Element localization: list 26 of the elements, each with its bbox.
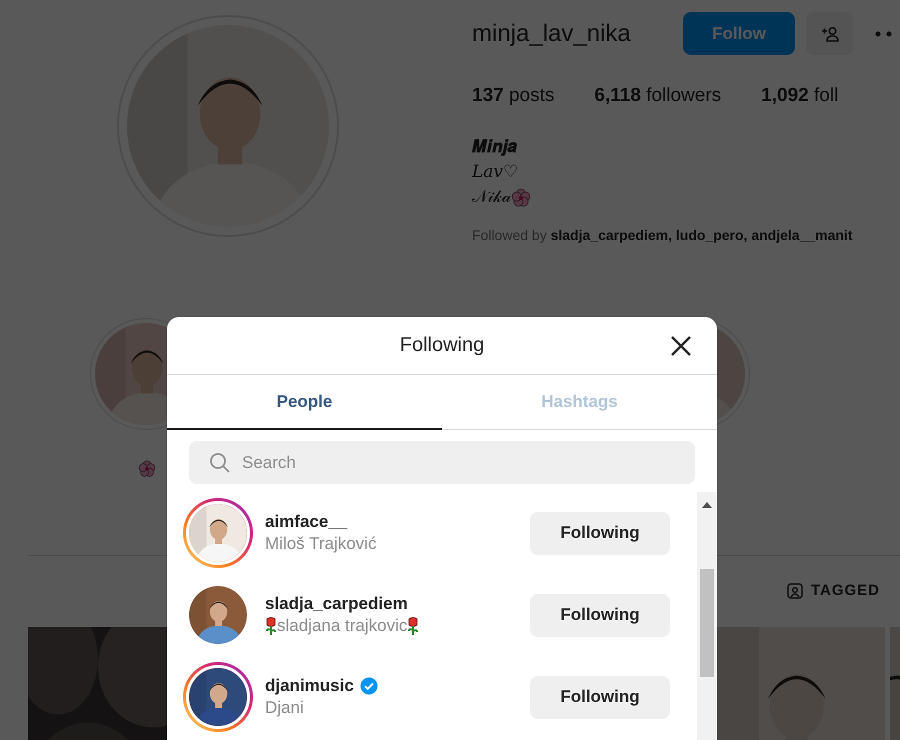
user-username[interactable]: djanimusic [265,676,354,696]
search-field[interactable]: Search [189,441,695,484]
search-icon [209,452,231,474]
following-button[interactable]: Following [530,594,670,636]
user-full-name: Djani [265,698,304,718]
scroll-up-icon[interactable] [702,502,712,508]
tag-icon [786,582,803,598]
following-button[interactable]: Following [530,512,670,554]
scrollbar-thumb[interactable] [700,569,714,677]
flower-icon [511,188,531,208]
following-button[interactable]: Following [530,676,670,718]
dialog-title: Following [400,334,484,357]
user-username[interactable]: sladja_carpediem [265,594,408,614]
user-full-name: Miloš Trajković [265,534,376,554]
bio-line: 𝑴𝒊𝒏𝒋𝒂 [472,136,517,159]
scrollbar[interactable] [697,492,717,740]
user-username[interactable]: aimface__ [265,512,348,532]
suggest-button[interactable] [806,12,853,55]
dialog-tab[interactable]: People [167,375,442,430]
bio-line: 𝒩𝒾𝓀𝒶 [472,186,511,209]
flower-icon [138,460,156,478]
profile-username: minja_lav_nika [472,20,632,48]
user-full-name: sladjana trajkovic [277,616,408,636]
bio-line: 𝐿𝑎𝑣♡ [472,161,518,184]
close-icon[interactable] [669,334,693,358]
add-person-icon [820,26,838,42]
